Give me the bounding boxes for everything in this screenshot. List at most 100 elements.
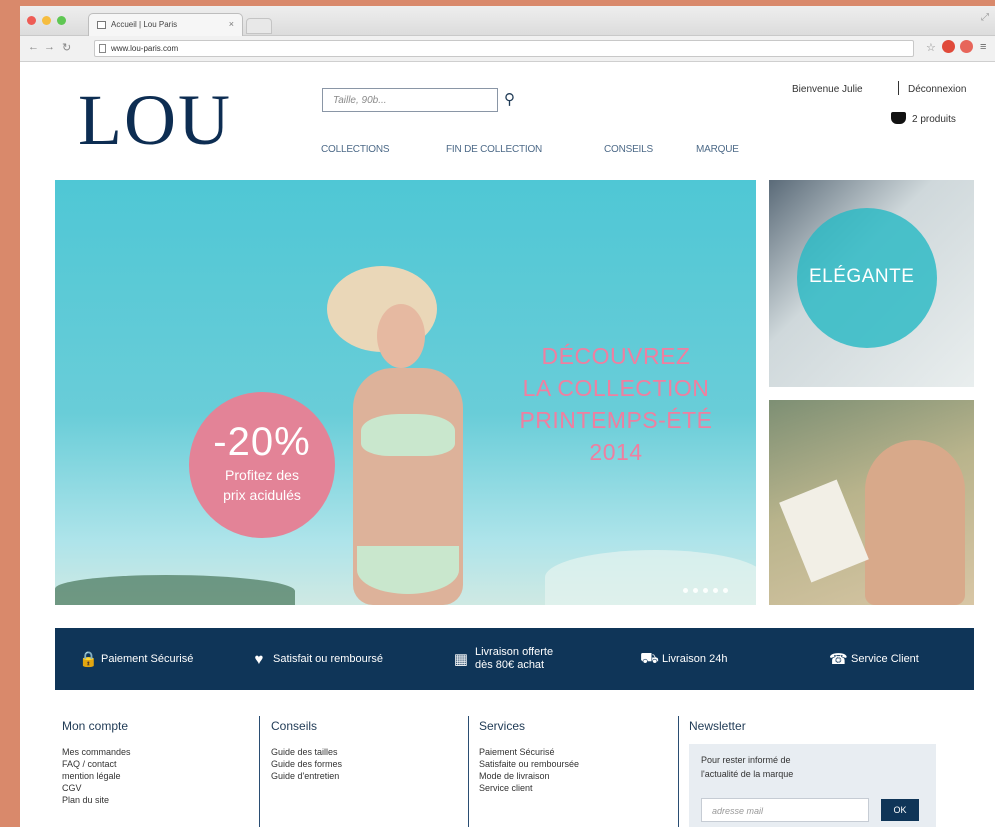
package-icon: ⛟ [640,649,659,667]
maximize-window-button[interactable] [57,16,66,25]
newsletter-text-2: l'actualité de la marque [701,769,794,779]
feature-label: Livraison 24h [662,653,728,665]
feature-secure-payment[interactable]: 🔒 Paiement Sécurisé [79,628,193,690]
feature-delivery-24h[interactable]: ⛟ Livraison 24h [640,628,727,690]
browser-window: Accueil | Lou Paris × ⤢ ← → ↻ www.lou-pa… [20,6,995,827]
footer-link[interactable]: Paiement Sécurisé [479,746,579,758]
footer-link[interactable]: Guide d'entretien [271,770,342,782]
footer-account: Mon compte Mes commandes FAQ / contact m… [62,719,131,806]
back-icon[interactable]: ← [28,41,39,53]
gift-icon: ▦ [453,651,469,668]
footer-divider [468,716,469,827]
hero-cloud [545,550,756,605]
hero-banner[interactable]: -20% Profitez des prix acidulés DÉCOUVRE… [55,180,756,605]
feature-customer-service[interactable]: ☎ Service Client [829,628,919,690]
discount-percent: -20% [213,420,311,464]
tab-title: Accueil | Lou Paris [111,20,178,29]
extension-icon[interactable] [942,40,955,53]
footer-link[interactable]: CGV [62,782,131,794]
address-bar[interactable]: www.lou-paris.com [94,40,914,57]
hero-line-3: PRINTEMPS-ÉTÉ [519,407,713,433]
footer-advice: Conseils Guide des tailles Guide des for… [271,719,342,782]
slider-dot[interactable] [693,588,698,593]
elegante-label: ELÉGANTE [809,266,915,287]
cart-count[interactable]: 2 produits [912,114,956,125]
title-bar: Accueil | Lou Paris × ⤢ [20,6,995,36]
footer-link[interactable]: Mode de livraison [479,770,579,782]
reload-icon[interactable]: ↻ [62,41,71,54]
slider-dot[interactable] [703,588,708,593]
header-divider [898,81,899,95]
new-tab-button[interactable] [246,18,272,34]
search-icon[interactable]: ⚲ [504,90,515,108]
footer-services: Services Paiement Sécurisé Satisfaite ou… [479,719,579,794]
pinterest-icon[interactable] [960,40,973,53]
feature-label: Satisfait ou remboursé [273,653,384,665]
feature-label: Service Client [851,653,919,665]
slider-dot[interactable] [723,588,728,593]
footer-link[interactable]: Guide des tailles [271,746,342,758]
banner-model-image [865,440,965,605]
footer-link[interactable]: Service client [479,782,579,794]
hero-line-4: 2014 [589,439,643,465]
heart-icon: ♥ [254,650,264,668]
reading-banner[interactable] [769,400,974,605]
discount-line-2: prix acidulés [223,487,301,503]
browser-tab[interactable]: Accueil | Lou Paris × [88,13,243,36]
feature-label: Paiement Sécurisé [101,653,194,665]
url-text: www.lou-paris.com [111,44,179,53]
footer-divider [259,716,260,827]
menu-icon[interactable]: ≡ [980,41,986,53]
newsletter-text-1: Pour rester informé de [701,755,791,765]
feature-label: Livraison offerte dès 80€ achat [475,646,553,672]
slider-dot[interactable] [683,588,688,593]
browser-toolbar: ← → ↻ www.lou-paris.com ☆ ≡ [20,36,995,62]
nav-collections[interactable]: COLLECTIONS [321,144,390,155]
cart-icon[interactable] [891,112,906,124]
discount-line-1: Profitez des [225,467,299,483]
headset-icon: ☎ [829,651,848,668]
close-window-button[interactable] [27,16,36,25]
slider-dots [683,588,728,593]
book-image [779,479,869,583]
site-logo[interactable]: LOU [78,84,232,156]
features-bar: 🔒 Paiement Sécurisé ♥ Satisfait ou rembo… [55,628,974,690]
window-controls [27,16,66,25]
footer-heading: Conseils [271,719,318,733]
nav-end-of-collection[interactable]: FIN DE COLLECTION [446,144,542,155]
search-input[interactable]: Taille, 90b... [322,88,498,112]
forward-icon[interactable]: → [44,41,55,53]
feature-free-shipping[interactable]: ▦ Livraison offerte dès 80€ achat [453,628,553,690]
footer-link[interactable]: FAQ / contact [62,758,131,770]
hero-headline: DÉCOUVREZ LA COLLECTION PRINTEMPS-ÉTÉ 20… [491,340,741,468]
feature-satisfied[interactable]: ♥ Satisfait ou remboursé [251,628,384,690]
close-tab-icon[interactable]: × [229,19,234,29]
fullscreen-icon[interactable]: ⤢ [981,12,989,23]
welcome-text: Bienvenue Julie [792,84,863,95]
newsletter-heading: Newsletter [689,719,746,733]
minimize-window-button[interactable] [42,16,51,25]
newsletter-ok-button[interactable]: OK [881,799,919,821]
footer-link[interactable]: Guide des formes [271,758,342,770]
feature-line-1: Livraison offerte [475,646,554,658]
hero-model-image [325,238,495,605]
footer-heading: Services [479,719,526,733]
hero-grass [55,575,295,605]
nav-brand[interactable]: MARQUE [696,144,739,155]
footer-link[interactable]: Mes commandes [62,746,131,758]
footer-link[interactable]: mention légale [62,770,131,782]
slider-dot[interactable] [713,588,718,593]
footer-divider [678,716,679,827]
logout-link[interactable]: Déconnexion [908,84,966,95]
newsletter-box: Pour rester informé de l'actualité de la… [689,744,936,827]
elegante-banner[interactable]: ELÉGANTE [769,180,974,387]
footer-link[interactable]: Satisfaite ou remboursée [479,758,579,770]
discount-badge[interactable]: -20% Profitez des prix acidulés [189,392,335,538]
nav-advice[interactable]: CONSEILS [604,144,653,155]
lock-icon: 🔒 [79,651,98,668]
newsletter-email-input[interactable]: adresse mail [701,798,869,822]
feature-line-2: dès 80€ achat [475,659,545,671]
footer-link[interactable]: Plan du site [62,794,131,806]
bookmark-star-icon[interactable]: ☆ [926,41,936,54]
hero-line-1: DÉCOUVREZ [541,343,691,369]
